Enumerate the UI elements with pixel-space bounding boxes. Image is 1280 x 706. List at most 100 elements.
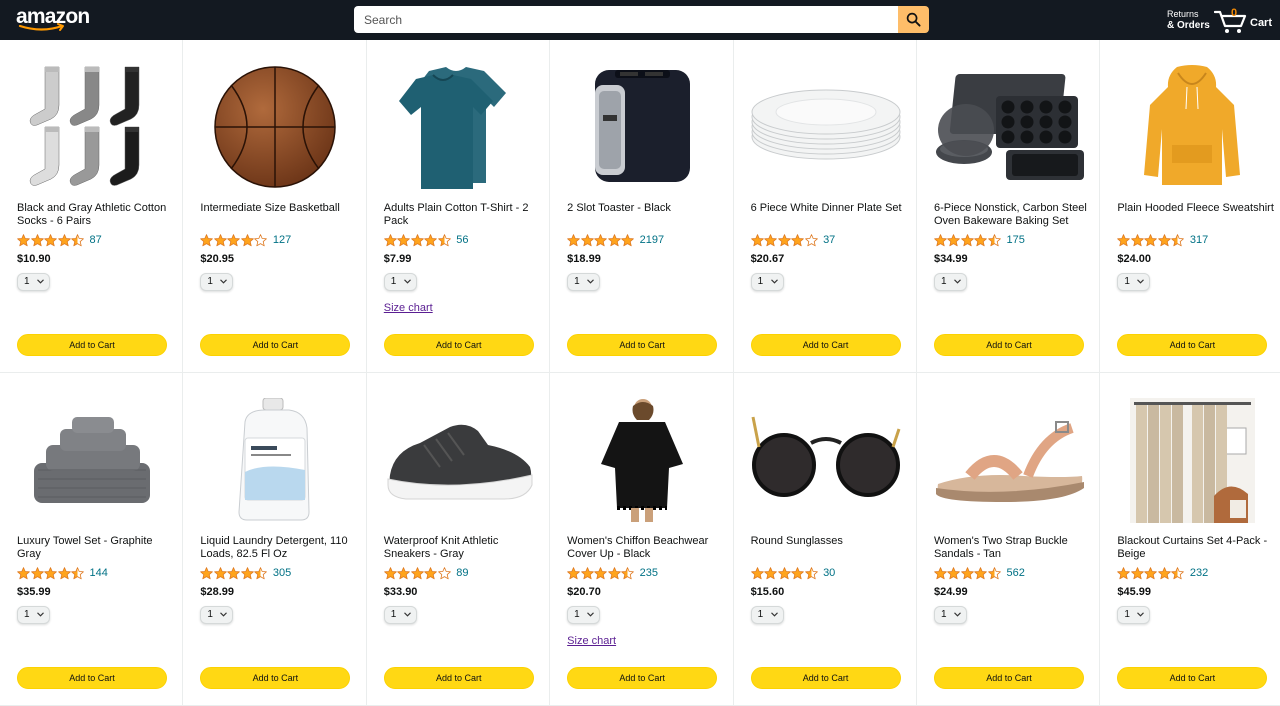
rating-stars[interactable] (1117, 233, 1185, 247)
product-title[interactable]: Intermediate Size Basketball (200, 202, 358, 215)
product-rating: 305 (200, 566, 291, 580)
rating-stars[interactable] (750, 566, 819, 580)
review-count-link[interactable]: 56 (456, 234, 468, 246)
rating-stars[interactable] (383, 566, 452, 580)
returns-orders-link[interactable]: Returns & Orders (1167, 9, 1210, 31)
size-chart-link[interactable]: Size chart (567, 635, 616, 647)
quantity-select[interactable]: 1 (567, 273, 601, 291)
quantity-select[interactable]: 1 (17, 606, 50, 624)
search-button[interactable] (898, 6, 929, 33)
basketball-image[interactable] (200, 62, 350, 192)
rating-stars[interactable] (200, 566, 268, 580)
add-to-cart-button[interactable]: Add to Cart (567, 667, 718, 689)
review-count-link[interactable]: 2197 (640, 234, 664, 246)
product-price: $15.60 (750, 586, 785, 598)
add-to-cart-button[interactable]: Add to Cart (1117, 667, 1268, 689)
product-title[interactable]: Women's Two Strap Buckle Sandals - Tan (934, 535, 1092, 561)
rating-stars[interactable] (934, 233, 1002, 247)
quantity-select[interactable]: 1 (750, 606, 784, 624)
product-rating: 30 (750, 566, 835, 580)
review-count-link[interactable]: 89 (456, 567, 468, 579)
product-title[interactable]: Round Sunglasses (751, 535, 909, 548)
tshirt-image[interactable] (384, 62, 534, 192)
review-count-link[interactable]: 232 (1190, 567, 1208, 579)
size-chart-link[interactable]: Size chart (384, 302, 433, 314)
product-title[interactable]: Plain Hooded Fleece Sweatshirt (1117, 202, 1275, 215)
star-icon (974, 233, 988, 246)
add-to-cart-button[interactable]: Add to Cart (17, 667, 167, 689)
review-count-link[interactable]: 87 (90, 234, 102, 246)
add-to-cart-button[interactable]: Add to Cart (17, 334, 167, 356)
amazon-logo[interactable]: amazon (16, 6, 90, 34)
add-to-cart-button[interactable]: Add to Cart (200, 667, 351, 689)
review-count-link[interactable]: 127 (273, 234, 291, 246)
product-price: $20.95 (200, 253, 235, 265)
product-title[interactable]: Waterproof Knit Athletic Sneakers - Gray (384, 535, 542, 561)
product-title[interactable]: 2 Slot Toaster - Black (567, 202, 725, 215)
rating-stars[interactable] (17, 566, 85, 580)
add-to-cart-button[interactable]: Add to Cart (933, 334, 1084, 356)
bakeware-image[interactable] (934, 62, 1084, 192)
rating-stars[interactable] (200, 233, 268, 247)
rating-stars[interactable] (750, 233, 819, 247)
search-input[interactable] (354, 6, 899, 33)
sneakers-image[interactable] (384, 395, 534, 525)
rating-stars[interactable] (17, 233, 85, 247)
review-count-link[interactable]: 175 (1006, 234, 1024, 246)
quantity-select[interactable]: 1 (933, 606, 967, 624)
add-to-cart-button[interactable]: Add to Cart (200, 334, 351, 356)
detergent-image[interactable] (200, 395, 350, 525)
review-count-link[interactable]: 562 (1006, 567, 1024, 579)
rating-stars[interactable] (383, 233, 452, 247)
cart-link[interactable]: 0 Cart (1214, 5, 1272, 35)
add-to-cart-button[interactable]: Add to Cart (933, 667, 1084, 689)
product-title[interactable]: Women's Chiffon Beachwear Cover Up - Bla… (567, 535, 725, 561)
socks-image[interactable] (17, 62, 167, 192)
plates-image[interactable] (751, 62, 901, 192)
review-count-link[interactable]: 37 (823, 234, 835, 246)
rating-stars[interactable] (567, 233, 635, 247)
product-title[interactable]: Luxury Towel Set - Graphite Gray (17, 535, 175, 561)
product-title[interactable]: Blackout Curtains Set 4-Pack - Beige (1117, 535, 1275, 561)
star-icon (1131, 233, 1144, 246)
quantity-select[interactable]: 1 (200, 273, 234, 291)
star-icon (227, 566, 241, 579)
quantity-select[interactable]: 1 (17, 273, 50, 291)
quantity-select[interactable]: 1 (933, 273, 967, 291)
coverup-image[interactable] (567, 395, 717, 525)
quantity-select[interactable]: 1 (383, 273, 417, 291)
sandals-image[interactable] (934, 395, 1084, 525)
review-count-link[interactable]: 317 (1190, 234, 1208, 246)
quantity-select[interactable]: 1 (1117, 273, 1151, 291)
quantity-select[interactable]: 1 (200, 606, 234, 624)
product-title[interactable]: Liquid Laundry Detergent, 110 Loads, 82.… (200, 535, 358, 561)
rating-stars[interactable] (567, 566, 635, 580)
add-to-cart-button[interactable]: Add to Cart (383, 667, 534, 689)
product-title[interactable]: Black and Gray Athletic Cotton Socks - 6… (17, 202, 175, 228)
quantity-select[interactable]: 1 (750, 273, 784, 291)
product-title[interactable]: 6-Piece Nonstick, Carbon Steel Oven Bake… (934, 202, 1092, 228)
review-count-link[interactable]: 30 (823, 567, 835, 579)
review-count-link[interactable]: 144 (90, 567, 108, 579)
towels-image[interactable] (17, 395, 167, 525)
add-to-cart-button[interactable]: Add to Cart (1117, 334, 1268, 356)
add-to-cart-button[interactable]: Add to Cart (750, 334, 901, 356)
star-icon (383, 566, 397, 579)
rating-stars[interactable] (1117, 566, 1185, 580)
add-to-cart-button[interactable]: Add to Cart (567, 334, 718, 356)
sunglasses-image[interactable] (751, 395, 901, 525)
quantity-select[interactable]: 1 (1117, 606, 1151, 624)
review-count-link[interactable]: 305 (273, 567, 291, 579)
add-to-cart-button[interactable]: Add to Cart (750, 667, 901, 689)
rating-stars[interactable] (934, 566, 1002, 580)
review-count-link[interactable]: 235 (640, 567, 658, 579)
quantity-select[interactable]: 1 (383, 606, 417, 624)
curtains-image[interactable] (1117, 395, 1267, 525)
quantity-select[interactable]: 1 (567, 606, 601, 624)
toaster-image[interactable] (567, 62, 717, 192)
add-to-cart-button[interactable]: Add to Cart (383, 334, 534, 356)
star-icon (974, 566, 988, 579)
hoodie-image[interactable] (1117, 62, 1267, 192)
product-title[interactable]: 6 Piece White Dinner Plate Set (751, 202, 909, 215)
product-title[interactable]: Adults Plain Cotton T-Shirt - 2 Pack (384, 202, 542, 228)
